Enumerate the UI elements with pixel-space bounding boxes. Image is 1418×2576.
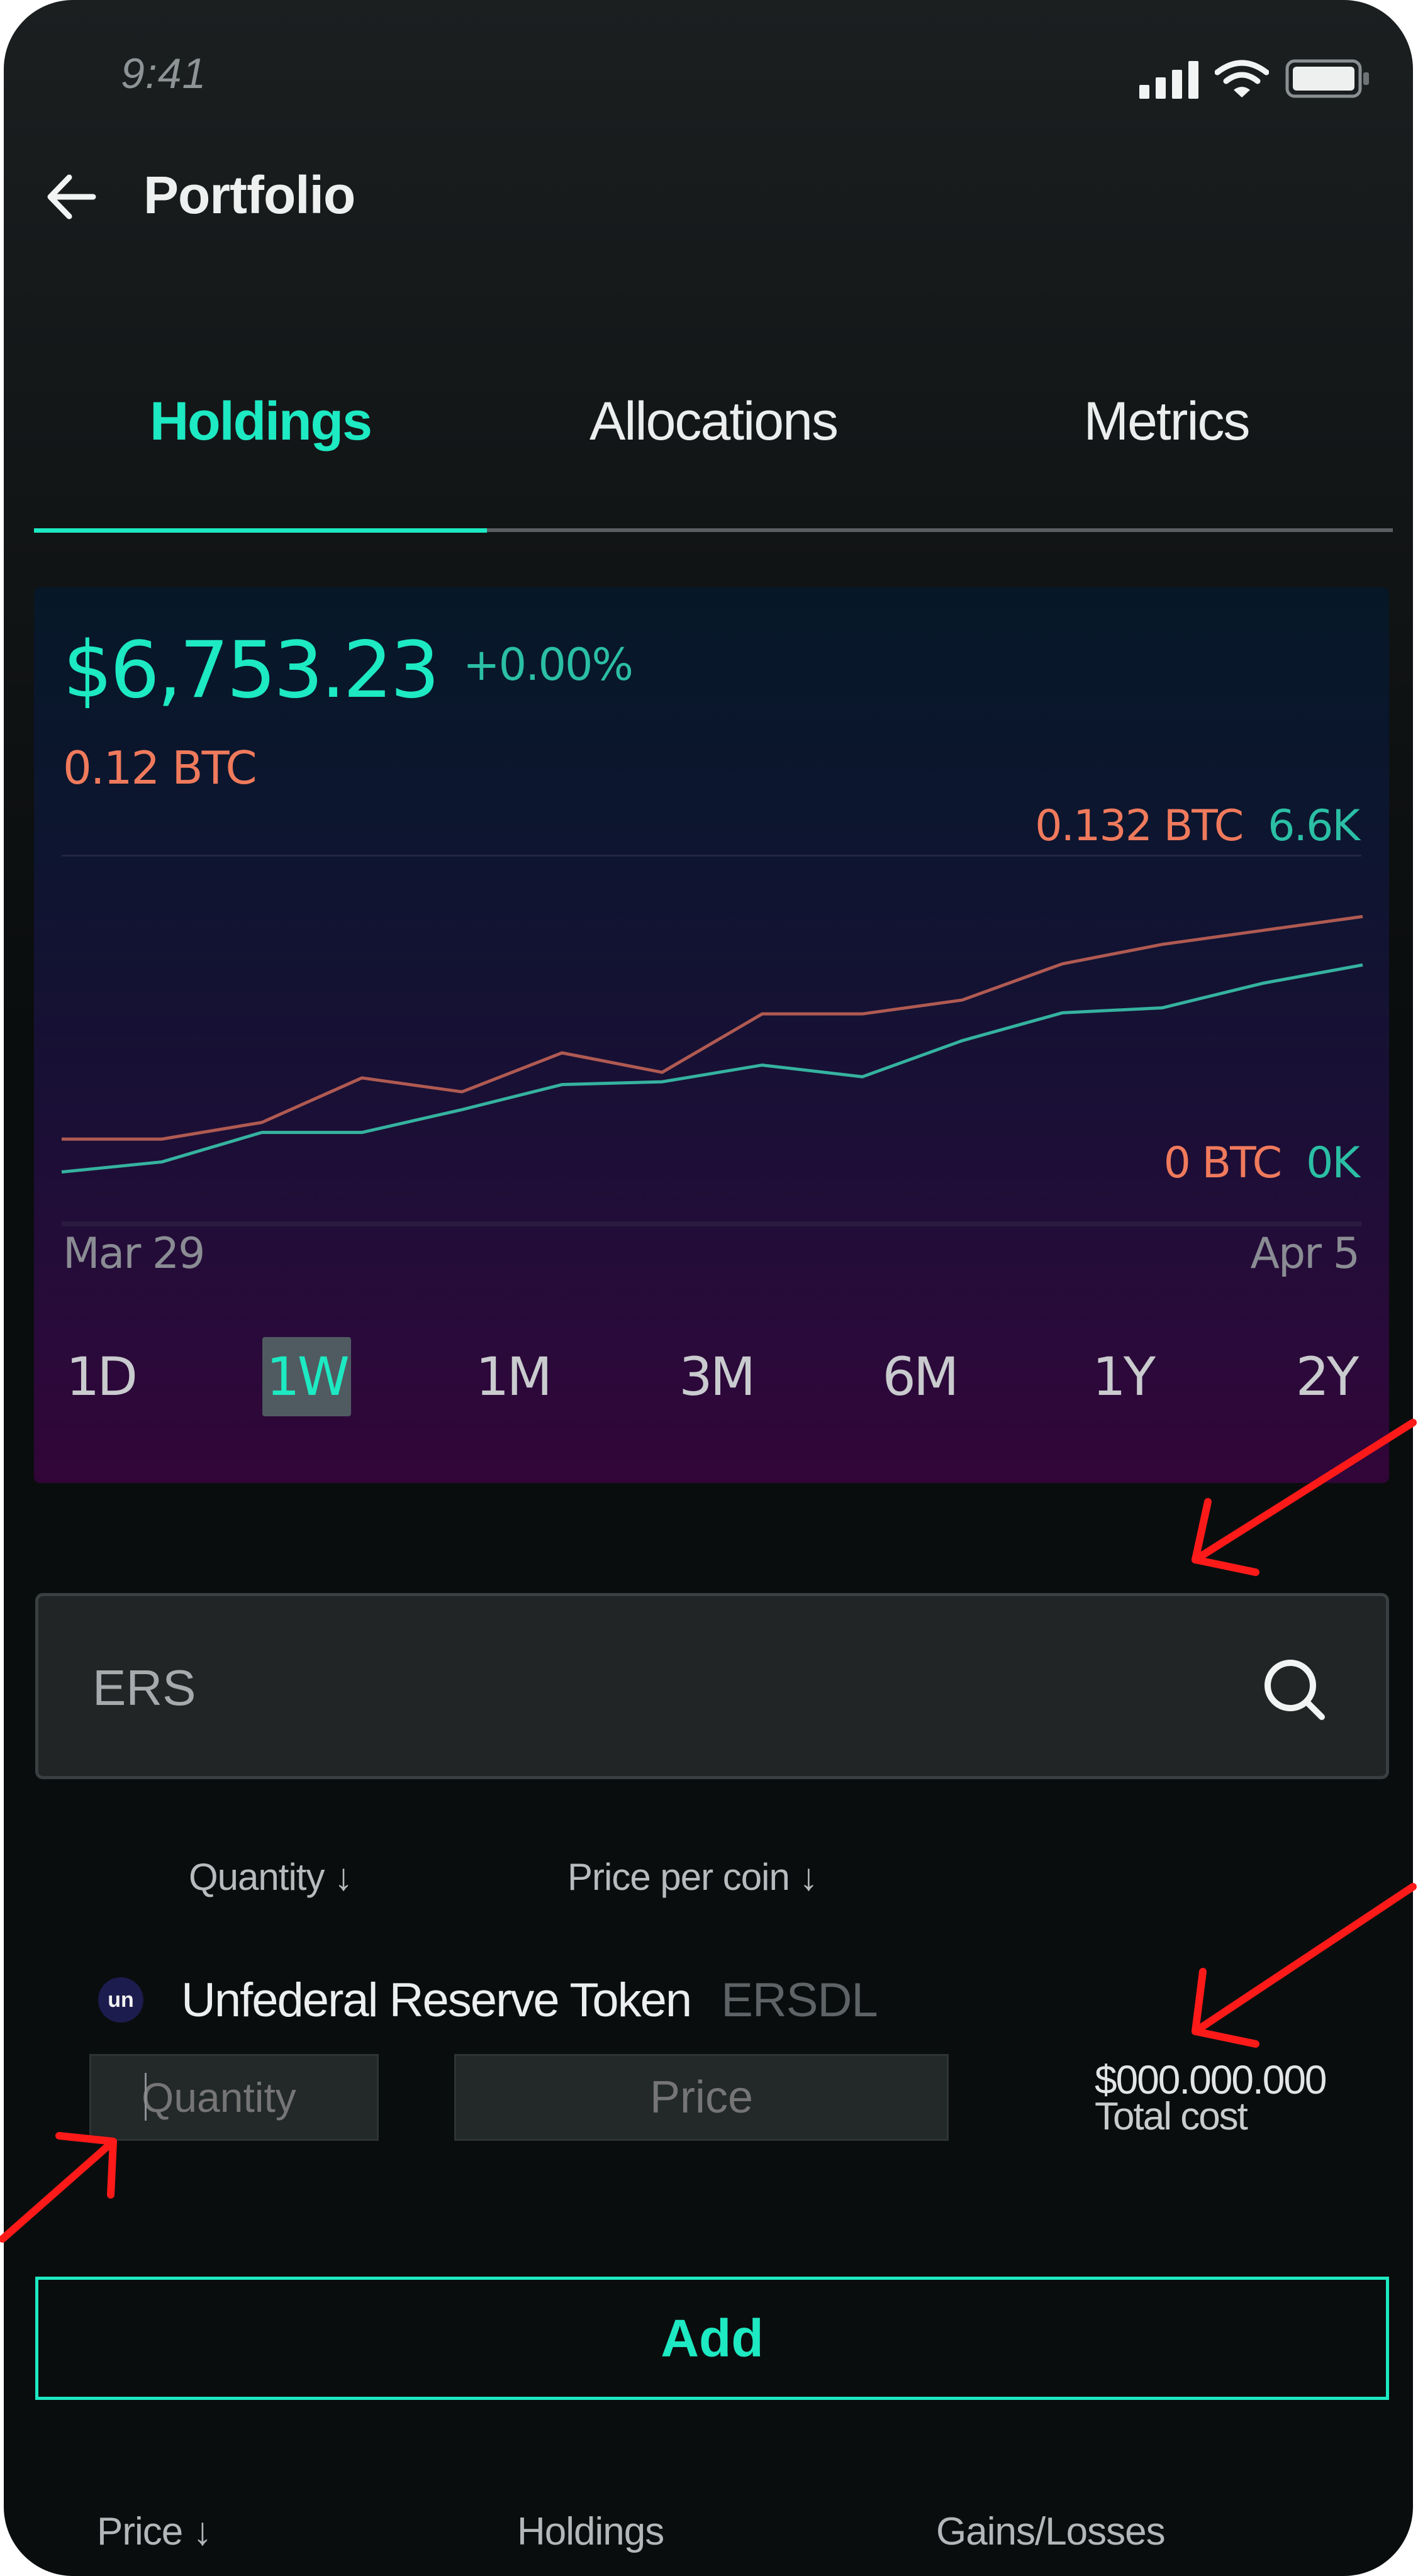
add-button[interactable]: Add: [35, 2277, 1389, 2400]
axis-min-label: 0 BTC 0K: [1163, 1138, 1360, 1188]
status-icons: [1139, 57, 1371, 101]
range-3m[interactable]: 3M: [674, 1337, 757, 1416]
search-input[interactable]: [91, 1653, 1163, 1723]
quantity-sort-header[interactable]: Quantity ↓: [189, 1855, 353, 1899]
token-name: Unfederal Reserve Token: [181, 1973, 692, 2027]
axis-min-usd: 0K: [1306, 1138, 1360, 1188]
signal-icon: [1139, 58, 1198, 99]
header-holdings[interactable]: Holdings: [517, 2509, 664, 2554]
tab-metrics[interactable]: Metrics: [940, 377, 1393, 465]
tab-bar: Holdings Allocations Metrics: [34, 377, 1393, 465]
quantity-input[interactable]: [89, 2054, 379, 2141]
form-column-headers: Quantity ↓ Price per coin ↓: [4, 1855, 1413, 1912]
token-logo-icon: un: [98, 1977, 143, 2023]
chart-end-date: Apr 5: [1250, 1229, 1360, 1279]
range-1d[interactable]: 1D: [59, 1337, 142, 1416]
chart-start-date: Mar 29: [63, 1229, 205, 1279]
token-row: un Unfederal Reserve Token ERSDL: [98, 1968, 878, 2031]
price-input[interactable]: [454, 2054, 949, 2141]
total-cost-label: Total cost: [1095, 2095, 1248, 2138]
text-cursor: [145, 2073, 147, 2121]
chart-baseline: [62, 1221, 1361, 1226]
portfolio-chart-card: $6,753.23 +0.00% 0.12 BTC 0.132 BTC 6.6K …: [34, 587, 1389, 1483]
battery-icon: [1285, 58, 1371, 99]
token-symbol: ERSDL: [721, 1973, 878, 2027]
search-box: [35, 1593, 1389, 1779]
page-title: Portfolio: [143, 165, 355, 225]
range-2y[interactable]: 2Y: [1285, 1337, 1368, 1416]
range-1w[interactable]: 1W: [262, 1337, 351, 1416]
status-time: 9:41: [121, 50, 207, 97]
phone-screen: 9:41 Portfolio Holdings Allocations Metr…: [4, 0, 1413, 2576]
range-1y[interactable]: 1Y: [1081, 1337, 1164, 1416]
time-range-selector: 1D 1W 1M 3M 6M 1Y 2Y: [59, 1330, 1368, 1424]
series-line-btc: [62, 914, 1363, 1141]
back-button[interactable]: [43, 169, 99, 225]
tab-holdings[interactable]: Holdings: [34, 377, 487, 465]
range-1m[interactable]: 1M: [471, 1337, 554, 1416]
axis-min-btc: 0 BTC: [1163, 1138, 1283, 1188]
header-gains-losses[interactable]: Gains/Losses: [936, 2509, 1166, 2554]
tab-active-indicator: [34, 528, 487, 533]
tab-allocations[interactable]: Allocations: [487, 377, 940, 465]
range-6m[interactable]: 6M: [878, 1337, 961, 1416]
arrow-left-icon: [47, 174, 96, 219]
price-per-coin-sort-header[interactable]: Price per coin ↓: [567, 1855, 818, 1899]
header-price[interactable]: Price ↓: [97, 2509, 212, 2554]
holdings-table-headers: Price ↓ Holdings Gains/Losses: [4, 2509, 1413, 2566]
search-icon[interactable]: [1259, 1654, 1329, 1724]
wifi-icon: [1215, 58, 1269, 99]
